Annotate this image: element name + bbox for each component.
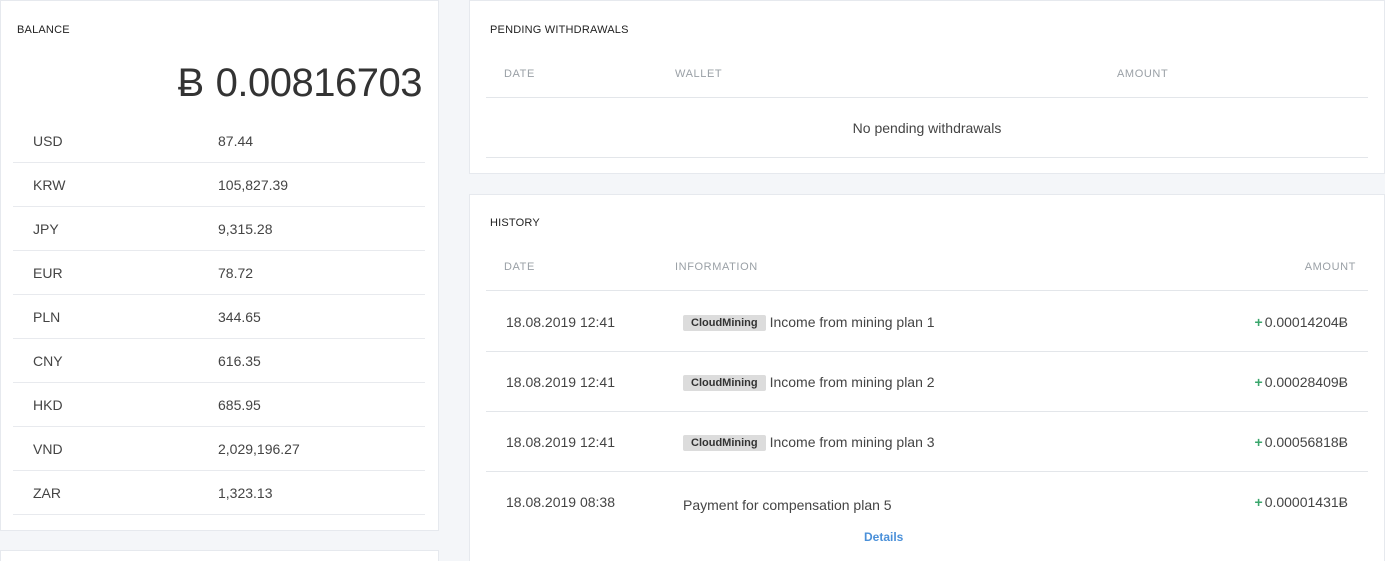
row-description: Payment for compensation plan 5 — [683, 497, 892, 513]
column-wallet: WALLET — [675, 68, 723, 80]
row-information: CloudMining Income from mining plan 1 — [683, 314, 935, 331]
row-date: 18.08.2019 12:41 — [506, 314, 615, 330]
currency-code: HKD — [33, 396, 63, 413]
balance-panel: BALANCE Ƀ 0.00816703 USD 87.44 KRW 105,827.… — [0, 0, 439, 531]
currency-code: ZAR — [33, 484, 61, 501]
amount-value: 0.00001431Ƀ — [1264, 494, 1348, 510]
currency-row: VND 2,029,196.27 — [13, 427, 425, 471]
currency-code: CNY — [33, 352, 63, 369]
table-row: 18.08.2019 08:38 Payment for compensatio… — [486, 472, 1368, 561]
column-amount: AMOUNT — [1117, 68, 1169, 80]
amount-value: 0.00014204Ƀ — [1264, 314, 1348, 330]
next-panel-edge — [0, 550, 439, 561]
currency-code: JPY — [33, 220, 59, 237]
currency-code: EUR — [33, 264, 63, 281]
amount-value: 0.00028409Ƀ — [1264, 374, 1348, 390]
history-list: 18.08.2019 12:41 CloudMining Income from … — [486, 292, 1368, 561]
row-information: Payment for compensation plan 5 — [683, 497, 892, 513]
currency-value: 616.35 — [218, 352, 261, 369]
row-amount: +0.00001431Ƀ — [1255, 494, 1349, 510]
row-date: 18.08.2019 12:41 — [506, 374, 615, 390]
currency-row: CNY 616.35 — [13, 339, 425, 383]
currency-value: 87.44 — [218, 132, 254, 149]
currency-row: JPY 9,315.28 — [13, 207, 425, 251]
row-information: CloudMining Income from mining plan 3 — [683, 434, 935, 451]
currency-row: PLN 344.65 — [13, 295, 425, 339]
currency-value: 2,029,196.27 — [218, 440, 300, 457]
row-date: 18.08.2019 12:41 — [506, 434, 615, 450]
row-amount: +0.00014204Ƀ — [1255, 314, 1349, 330]
currency-value: 344.65 — [218, 308, 261, 325]
pending-withdrawals-panel: PENDING WITHDRAWALS DATE WALLET AMOUNT N… — [469, 0, 1385, 174]
currency-code: USD — [33, 132, 63, 149]
currency-row: EUR 78.72 — [13, 251, 425, 295]
amount-value: 0.00056818Ƀ — [1264, 434, 1348, 450]
balance-amount: Ƀ 0.00816703 — [177, 61, 422, 106]
currency-value: 685.95 — [218, 396, 261, 413]
currency-row: KRW 105,827.39 — [13, 163, 425, 207]
row-description: Income from mining plan 1 — [769, 314, 935, 330]
plus-icon: + — [1254, 494, 1263, 510]
source-badge: CloudMining — [683, 315, 766, 331]
currency-row: ZAR 1,323.13 — [13, 471, 425, 515]
row-description: Income from mining plan 2 — [769, 374, 935, 390]
currency-row: USD 87.44 — [13, 119, 425, 163]
currency-value: 105,827.39 — [218, 176, 289, 193]
row-date: 18.08.2019 08:38 — [506, 494, 615, 510]
empty-state-message: No pending withdrawals — [486, 98, 1368, 158]
row-amount: +0.00056818Ƀ — [1255, 434, 1349, 450]
currency-row: HKD 685.95 — [13, 383, 425, 427]
pending-table-header: DATE WALLET AMOUNT — [486, 54, 1368, 98]
plus-icon: + — [1254, 314, 1263, 330]
currency-value: 78.72 — [218, 264, 254, 281]
history-table-header: DATE INFORMATION AMOUNT — [486, 247, 1368, 291]
currency-value: 1,323.13 — [218, 484, 273, 501]
details-link[interactable]: Details — [864, 530, 903, 544]
bitcoin-icon: Ƀ — [177, 61, 204, 105]
history-title: HISTORY — [490, 217, 540, 229]
balance-title: BALANCE — [17, 24, 70, 36]
plus-icon: + — [1254, 374, 1263, 390]
currency-code: PLN — [33, 308, 61, 325]
row-amount: +0.00028409Ƀ — [1255, 374, 1349, 390]
row-description: Income from mining plan 3 — [769, 434, 935, 450]
currency-list: USD 87.44 KRW 105,827.39 JPY 9,315.28 EUR 78… — [13, 119, 425, 515]
pending-title: PENDING WITHDRAWALS — [490, 24, 629, 36]
table-row: 18.08.2019 12:41 CloudMining Income from … — [486, 352, 1368, 412]
column-amount: AMOUNT — [1304, 261, 1356, 273]
table-row: 18.08.2019 12:41 CloudMining Income from … — [486, 412, 1368, 472]
column-information: INFORMATION — [675, 261, 758, 273]
source-badge: CloudMining — [683, 375, 766, 391]
currency-code: VND — [33, 440, 63, 457]
source-badge: CloudMining — [683, 435, 766, 451]
balance-value: 0.00816703 — [215, 61, 423, 105]
table-row: 18.08.2019 12:41 CloudMining Income from … — [486, 292, 1368, 352]
history-panel: HISTORY DATE INFORMATION AMOUNT 18.08.20… — [469, 194, 1385, 561]
currency-value: 9,315.28 — [218, 220, 273, 237]
currency-code: KRW — [33, 176, 66, 193]
column-date: DATE — [504, 261, 535, 273]
row-information: CloudMining Income from mining plan 2 — [683, 374, 935, 391]
plus-icon: + — [1254, 434, 1263, 450]
column-date: DATE — [504, 68, 535, 80]
